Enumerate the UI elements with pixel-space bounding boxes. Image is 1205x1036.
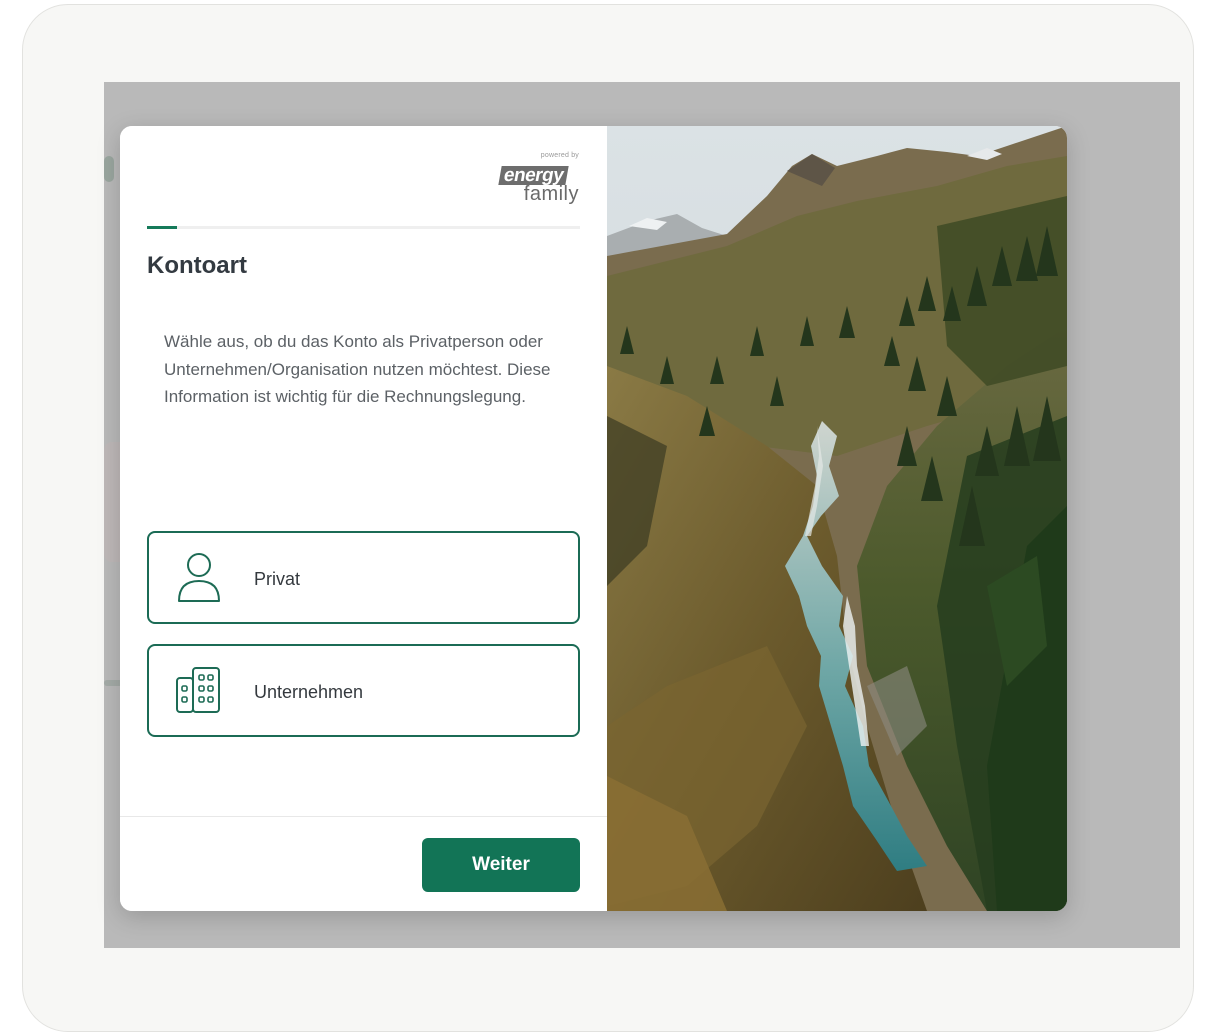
brand-logo: powered by energy family <box>479 150 579 206</box>
landscape-photo <box>607 126 1067 911</box>
dialog-form-panel: powered by energy family Kontoart Wähle … <box>120 126 607 911</box>
footer-divider <box>120 816 607 817</box>
brand-word-family: family <box>523 183 579 205</box>
person-icon <box>178 553 220 602</box>
buildings-icon <box>176 667 220 713</box>
dialog-description: Wähle aus, ob du das Konto als Privatper… <box>164 332 551 406</box>
account-type-option-privat[interactable]: Privat <box>147 531 580 624</box>
dialog-title: Kontoart <box>147 252 247 279</box>
account-type-dialog: powered by energy family Kontoart Wähle … <box>120 126 1067 911</box>
background-element <box>104 156 114 182</box>
option-label-privat: Privat <box>254 569 301 589</box>
step-progress-bar <box>147 226 580 229</box>
option-label-unternehmen: Unternehmen <box>254 682 364 702</box>
step-progress-fill <box>147 226 178 229</box>
brand-powered-by: powered by <box>540 152 579 159</box>
account-type-option-unternehmen[interactable]: Unternehmen <box>147 644 580 737</box>
next-button[interactable]: Weiter <box>422 838 580 892</box>
